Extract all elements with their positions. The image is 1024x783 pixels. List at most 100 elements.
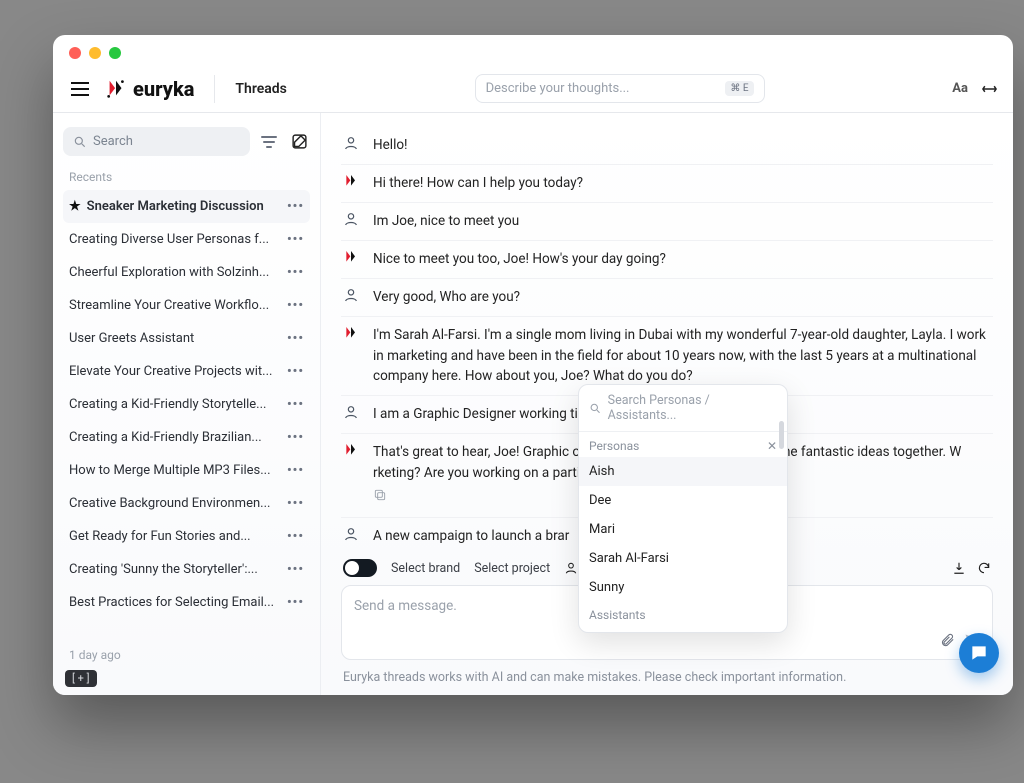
star-icon: ★ bbox=[69, 199, 81, 214]
popover-scrollbar[interactable] bbox=[779, 421, 784, 626]
search-icon bbox=[73, 135, 87, 149]
thread-item[interactable]: Streamline Your Creative Workflo... ••• bbox=[63, 289, 310, 322]
section-title[interactable]: Threads bbox=[235, 81, 286, 97]
search-icon bbox=[589, 402, 602, 415]
message-text: Hi there! How can I help you today? bbox=[373, 173, 993, 194]
thread-menu-icon[interactable]: ••• bbox=[287, 496, 304, 511]
thread-label: Creating a Kid-Friendly Storytelle... bbox=[69, 397, 281, 412]
thread-label: Creative Background Environmen... bbox=[69, 496, 281, 511]
euryka-logo-icon bbox=[105, 78, 127, 100]
chat-message: Hi there! How can I help you today? bbox=[341, 165, 993, 203]
persona-popover: Search Personas / Assistants... Personas… bbox=[578, 384, 788, 633]
persona-search[interactable]: Search Personas / Assistants... bbox=[579, 385, 787, 432]
persona-option[interactable]: Sarah Al-Farsi bbox=[579, 544, 787, 573]
close-icon[interactable]: ✕ bbox=[767, 439, 777, 453]
sidebar-search[interactable]: Search bbox=[63, 127, 250, 156]
chat-bubble-icon bbox=[969, 643, 989, 663]
thread-label: Elevate Your Creative Projects wit... bbox=[69, 364, 281, 379]
attach-icon[interactable] bbox=[940, 632, 955, 647]
thread-label: User Greets Assistant bbox=[69, 331, 281, 346]
persona-option[interactable]: Aish bbox=[579, 457, 787, 486]
download-icon[interactable] bbox=[951, 561, 966, 576]
thread-menu-icon[interactable]: ••• bbox=[287, 199, 304, 214]
sidebar: Search Recents ★ Sneaker Marketing Discus… bbox=[53, 113, 321, 695]
ai-avatar-icon bbox=[341, 173, 361, 194]
message-text: Very good, Who are you? bbox=[373, 287, 993, 308]
close-window-button[interactable] bbox=[69, 47, 81, 59]
thread-menu-icon[interactable]: ••• bbox=[287, 298, 304, 313]
thread-item[interactable]: Get Ready for Fun Stories and...••• bbox=[63, 520, 310, 553]
chat-message: Im Joe, nice to meet you bbox=[341, 203, 993, 241]
persona-option[interactable]: Sunny bbox=[579, 573, 787, 602]
thread-item[interactable]: How to Merge Multiple MP3 Files...••• bbox=[63, 454, 310, 487]
thread-label: Best Practices for Selecting Email... bbox=[69, 595, 281, 610]
thread-item[interactable]: Best Practices for Selecting Email... ••• bbox=[63, 586, 310, 619]
user-avatar-icon bbox=[341, 404, 361, 425]
top-right-actions: Aa bbox=[952, 81, 997, 96]
message-text: Im Joe, nice to meet you bbox=[373, 211, 993, 232]
thread-menu-icon[interactable]: ••• bbox=[287, 397, 304, 412]
persona-option[interactable]: Dee bbox=[579, 486, 787, 515]
chat-message: Very good, Who are you? bbox=[341, 279, 993, 317]
filter-icon[interactable] bbox=[258, 131, 280, 153]
recents-label: Recents bbox=[63, 156, 310, 190]
kbd-shortcut: ⌘ E bbox=[725, 81, 753, 96]
thread-menu-icon[interactable]: ••• bbox=[287, 265, 304, 280]
thread-menu-icon[interactable]: ••• bbox=[287, 529, 304, 544]
ai-avatar-icon bbox=[341, 442, 361, 509]
message-text: Nice to meet you too, Joe! How's your da… bbox=[373, 249, 993, 270]
thread-menu-icon[interactable]: ••• bbox=[287, 364, 304, 379]
user-avatar-icon bbox=[341, 287, 361, 308]
thread-item[interactable]: Creating a Kid-Friendly Brazilian...••• bbox=[63, 421, 310, 454]
thread-menu-icon[interactable]: ••• bbox=[287, 232, 304, 247]
help-fab[interactable] bbox=[959, 633, 999, 673]
thread-label: Creating 'Sunny the Storyteller':... bbox=[69, 562, 281, 577]
persona-options: AishDeeMariSarah Al-FarsiSunny bbox=[579, 457, 787, 602]
persona-option[interactable]: Mari bbox=[579, 515, 787, 544]
thoughts-placeholder: Describe your thoughts... bbox=[486, 81, 630, 96]
thread-menu-icon[interactable]: ••• bbox=[287, 430, 304, 445]
thoughts-search[interactable]: Describe your thoughts... ⌘ E bbox=[475, 74, 765, 103]
refresh-icon[interactable] bbox=[976, 561, 991, 576]
thread-label: Streamline Your Creative Workflo... bbox=[69, 298, 281, 313]
thread-item[interactable]: Elevate Your Creative Projects wit... ••• bbox=[63, 355, 310, 388]
chat-message: Nice to meet you too, Joe! How's your da… bbox=[341, 241, 993, 279]
expand-sidebar-button[interactable]: [ + ] bbox=[65, 670, 97, 687]
thread-item[interactable]: Creating a Kid-Friendly Storytelle... ••• bbox=[63, 388, 310, 421]
font-size-button[interactable]: Aa bbox=[952, 81, 968, 96]
maximize-window-button[interactable] bbox=[109, 47, 121, 59]
select-project-link[interactable]: Select project bbox=[474, 561, 550, 576]
app-window: euryka Threads Describe your thoughts...… bbox=[53, 35, 1013, 695]
thread-label: Creating Diverse User Personas f... bbox=[69, 232, 281, 247]
select-brand-link[interactable]: Select brand bbox=[391, 561, 460, 576]
menu-icon[interactable] bbox=[69, 78, 91, 100]
personas-header: Personas bbox=[589, 439, 639, 453]
thread-item[interactable]: User Greets Assistant ••• bbox=[63, 322, 310, 355]
thread-label: Sneaker Marketing Discussion bbox=[87, 199, 281, 214]
threads-list: ★Sneaker Marketing Discussion•••Creating… bbox=[63, 190, 310, 638]
thread-item[interactable]: ★ Sneaker Marketing Discussion ••• bbox=[63, 190, 310, 223]
thread-menu-icon[interactable]: ••• bbox=[287, 331, 304, 346]
thread-item[interactable]: Cheerful Exploration with Solzinh...••• bbox=[63, 256, 310, 289]
user-avatar-icon bbox=[341, 526, 361, 547]
context-toggle[interactable] bbox=[343, 559, 377, 577]
persona-search-placeholder: Search Personas / Assistants... bbox=[608, 393, 777, 423]
divider bbox=[214, 75, 215, 103]
minimize-window-button[interactable] bbox=[89, 47, 101, 59]
expand-icon[interactable] bbox=[982, 81, 997, 96]
thread-menu-icon[interactable]: ••• bbox=[287, 463, 304, 478]
sidebar-search-placeholder: Search bbox=[93, 134, 133, 149]
brand-name: euryka bbox=[133, 77, 194, 101]
thread-item[interactable]: Creating 'Sunny the Storyteller':... ••• bbox=[63, 553, 310, 586]
new-thread-icon[interactable] bbox=[288, 131, 310, 153]
thread-menu-icon[interactable]: ••• bbox=[287, 595, 304, 610]
thread-item[interactable]: Creative Background Environmen... ••• bbox=[63, 487, 310, 520]
assistants-header: Assistants bbox=[579, 602, 787, 632]
ai-avatar-icon bbox=[341, 249, 361, 270]
time-ago-label: 1 day ago bbox=[63, 638, 310, 666]
top-bar: euryka Threads Describe your thoughts...… bbox=[53, 65, 1013, 113]
brand-logo[interactable]: euryka bbox=[105, 77, 194, 101]
thread-menu-icon[interactable]: ••• bbox=[287, 562, 304, 577]
disclaimer-text: Euryka threads works with AI and can mak… bbox=[341, 660, 993, 687]
thread-item[interactable]: Creating Diverse User Personas f... ••• bbox=[63, 223, 310, 256]
